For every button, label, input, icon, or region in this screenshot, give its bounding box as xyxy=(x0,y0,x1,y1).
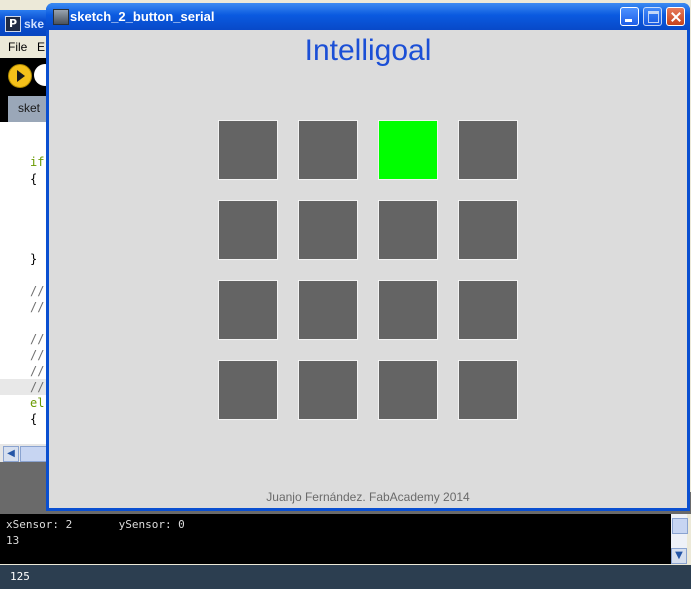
grid-cell xyxy=(298,360,358,420)
window-title: sketch_2_button_serial xyxy=(70,9,215,24)
code-line: // xyxy=(30,332,45,346)
grid-cell xyxy=(458,200,518,260)
code-line: { xyxy=(30,172,38,186)
grid-cell xyxy=(298,200,358,260)
code-line: // xyxy=(30,284,45,298)
grid-cell xyxy=(218,360,278,420)
code-line: el xyxy=(30,396,45,410)
code-line: // xyxy=(30,348,45,362)
grid-cell xyxy=(458,280,518,340)
ide-statusbar xyxy=(0,565,691,589)
processing-logo-icon: P xyxy=(5,16,21,32)
window-icon xyxy=(53,9,69,25)
code-line: // xyxy=(30,380,45,394)
menu-edit[interactable]: E xyxy=(37,40,45,54)
console-line: xSensor: 2 ySensor: 0 xyxy=(6,518,185,531)
scroll-left-arrow-icon[interactable]: ◀ xyxy=(3,446,19,462)
credits-text: Juanjo Fernández. FabAcademy 2014 xyxy=(266,490,470,504)
line-number-status: 125 xyxy=(10,570,30,583)
run-button[interactable] xyxy=(8,64,32,88)
maximize-button[interactable] xyxy=(643,7,662,26)
grid-cell xyxy=(298,280,358,340)
code-line: if xyxy=(30,155,45,169)
grid-cell xyxy=(218,280,278,340)
cell-grid xyxy=(218,120,520,422)
console-line: 13 xyxy=(6,534,20,547)
grid-cell xyxy=(458,360,518,420)
app-title: Intelligoal xyxy=(304,34,432,67)
grid-cell xyxy=(458,120,518,180)
grid-cell xyxy=(218,200,278,260)
scrollbar-thumb[interactable] xyxy=(672,518,688,534)
grid-cell xyxy=(378,280,438,340)
code-line: { xyxy=(30,412,38,426)
scroll-down-arrow-icon[interactable]: ▼ xyxy=(671,548,687,564)
grid-cell-active xyxy=(378,120,438,180)
close-button[interactable] xyxy=(666,7,685,26)
code-line: // xyxy=(30,364,45,378)
menu-file[interactable]: File xyxy=(8,40,27,54)
code-line: // xyxy=(30,300,45,314)
grid-cell xyxy=(298,120,358,180)
code-line: } xyxy=(30,252,38,266)
grid-cell xyxy=(378,360,438,420)
ide-title: ske xyxy=(24,17,45,31)
minimize-button[interactable] xyxy=(620,7,639,26)
grid-cell xyxy=(378,200,438,260)
grid-cell xyxy=(218,120,278,180)
